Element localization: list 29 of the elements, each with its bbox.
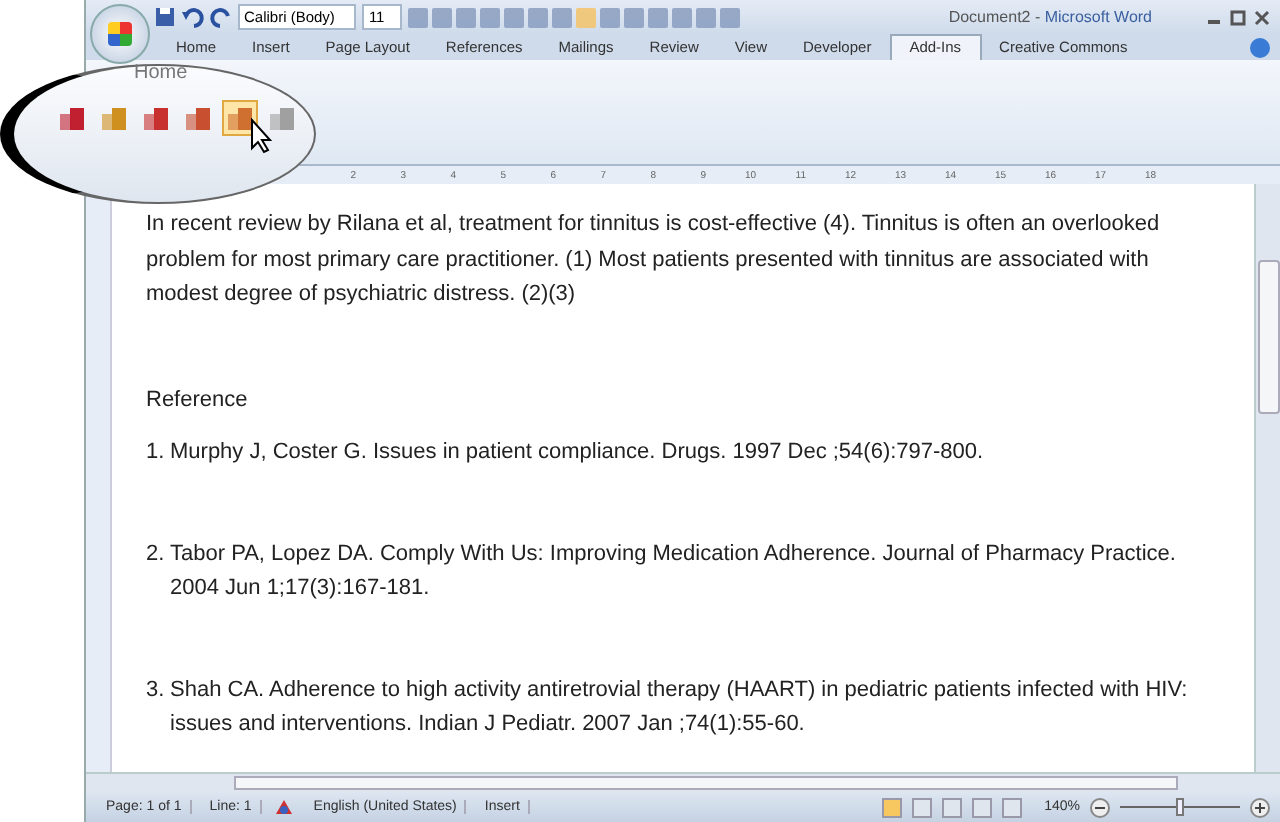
reference-heading: Reference xyxy=(146,385,250,415)
reference-number: 3. xyxy=(146,675,167,705)
zoom-in-icon[interactable] xyxy=(1250,797,1270,817)
reference-number: 1. xyxy=(146,438,167,468)
view-button[interactable] xyxy=(942,797,963,817)
reference-number: 2. xyxy=(146,539,167,569)
undo-icon[interactable] xyxy=(182,6,204,28)
proofing-icon[interactable] xyxy=(271,796,296,818)
add-in-button[interactable] xyxy=(222,100,258,136)
maximize-icon[interactable] xyxy=(1230,9,1246,25)
reference-text: Tabor PA, Lopez DA. Comply With Us: Improving Medication Adherence. Journal of Pharmacy Practice. 2004 Jun 1;17(3):167-181. xyxy=(170,539,1178,604)
view-button[interactable] xyxy=(912,797,933,817)
redo-icon[interactable] xyxy=(210,6,232,28)
zoom-out-icon[interactable] xyxy=(1090,797,1110,817)
office-button[interactable] xyxy=(90,4,150,64)
tab-label: Home xyxy=(134,62,188,84)
save-icon[interactable] xyxy=(154,6,176,28)
body-paragraph: In recent review by Rilana et al, treatment for tinnitus is cost-effective (4). Tinnitus is often an overlooked problem for most primary care practitioner. (1) Most patients presented with tinnitus are associated with modest degree of psychiatric distress. (2)(3) xyxy=(146,210,1162,310)
view-button[interactable] xyxy=(882,797,903,817)
window-title: Document2 - Microsoft Word xyxy=(948,8,1152,26)
view-button[interactable] xyxy=(972,797,993,817)
close-icon[interactable] xyxy=(1254,9,1270,25)
vertical-scrollbar[interactable] xyxy=(1254,184,1280,772)
reference-text: Murphy J, Coster G. Issues in patient compliance. Drugs. 1997 Dec ;54(6):797-800. xyxy=(170,438,986,468)
zoom-thumb[interactable] xyxy=(1176,798,1184,816)
reference-text: Shah CA. Adherence to high activity antiretrovial therapy (HAART) in pediatric patients infected with HIV: issues and interventions. Indian J Pediatr. 2007 Jan ;74(1):55-60. xyxy=(170,675,1190,740)
view-button[interactable] xyxy=(1002,797,1023,817)
horizontal-scrollbar[interactable] xyxy=(86,772,1280,792)
mouse-pointer-icon xyxy=(250,118,274,154)
